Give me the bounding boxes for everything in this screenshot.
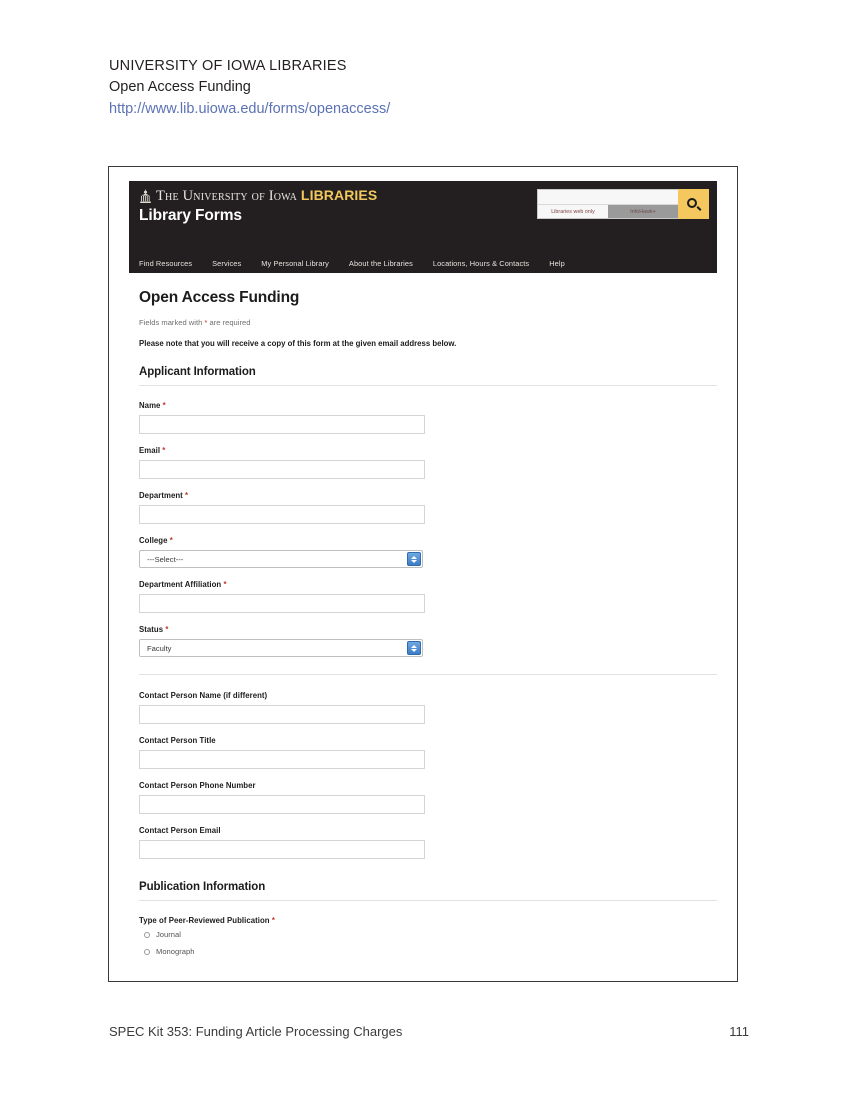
email-copy-note: Please note that you will receive a copy… xyxy=(139,339,457,348)
footer-page-number: 111 xyxy=(729,1024,749,1039)
department-input[interactable] xyxy=(139,505,425,524)
radio-option-monograph[interactable]: Monograph xyxy=(139,947,717,956)
label-text: Type of Peer-Reviewed Publication xyxy=(139,916,270,925)
page-footer: SPEC Kit 353: Funding Article Processing… xyxy=(109,1024,749,1039)
form-name-line: Open Access Funding xyxy=(109,79,251,95)
field-status: Status * Faculty xyxy=(139,625,717,657)
nav-item-find-resources[interactable]: Find Resources xyxy=(139,259,192,268)
brand-text: The University of Iowa LIBRARIES xyxy=(156,187,377,205)
nav-item-help[interactable]: Help xyxy=(549,259,565,268)
required-asterisk: * xyxy=(165,625,169,634)
section-title-applicant-information: Applicant Information xyxy=(139,366,256,378)
field-name: Name * xyxy=(139,401,717,434)
required-asterisk: * xyxy=(271,916,275,925)
name-input[interactable] xyxy=(139,415,425,434)
radio-label-monograph: Monograph xyxy=(156,947,195,956)
radio-button-icon[interactable] xyxy=(144,931,150,938)
screenshot-frame: The University of Iowa LIBRARIES Library… xyxy=(108,166,738,982)
field-label-contact-person-email: Contact Person Email xyxy=(139,826,221,835)
label-text: Status xyxy=(139,625,164,634)
search-scope-tabs: Libraries web only InfoHawk+ xyxy=(538,205,678,218)
field-contact-person-email: Contact Person Email xyxy=(139,826,717,859)
email-input[interactable] xyxy=(139,460,425,479)
chevron-updown-icon[interactable] xyxy=(407,641,421,655)
contact-person-title-input[interactable] xyxy=(139,750,425,769)
required-asterisk: * xyxy=(185,491,189,500)
required-asterisk: * xyxy=(162,446,166,455)
field-label-status: Status * xyxy=(139,625,717,634)
site-title: Library Forms xyxy=(139,207,242,224)
college-select-value: ---Select--- xyxy=(147,554,184,564)
search-tab-infohawk[interactable]: InfoHawk+ xyxy=(608,205,678,218)
contact-section-divider xyxy=(139,674,717,675)
main-navigation: Find Resources Services My Personal Libr… xyxy=(129,253,717,273)
brand-prefix: The University of Iowa xyxy=(156,188,298,204)
form-body: Open Access Funding Fields marked with *… xyxy=(109,273,737,956)
field-college: College * ---Select--- xyxy=(139,536,717,568)
field-label-name: Name * xyxy=(139,401,717,410)
department-affiliation-input[interactable] xyxy=(139,594,425,613)
footer-title: SPEC Kit 353: Funding Article Processing… xyxy=(109,1024,403,1039)
label-text: Email xyxy=(139,446,161,455)
section-divider xyxy=(139,385,717,386)
section-title-publication-information: Publication Information xyxy=(139,881,266,893)
required-note-prefix: Fields marked with xyxy=(139,318,205,327)
search-field-group: Libraries web only InfoHawk+ xyxy=(537,189,678,219)
site-header: The University of Iowa LIBRARIES Library… xyxy=(129,181,717,253)
nav-item-about-the-libraries[interactable]: About the Libraries xyxy=(349,259,413,268)
status-select[interactable]: Faculty xyxy=(139,639,423,657)
field-label-college: College * xyxy=(139,536,717,545)
label-text: College xyxy=(139,536,168,545)
search-icon xyxy=(687,197,702,211)
nav-item-services[interactable]: Services xyxy=(212,259,241,268)
college-select[interactable]: ---Select--- xyxy=(139,550,423,568)
field-department: Department * xyxy=(139,491,717,524)
brand-logo[interactable]: The University of Iowa LIBRARIES xyxy=(139,187,377,205)
field-label-publication-type: Type of Peer-Reviewed Publication * xyxy=(139,916,717,925)
nav-item-locations-hours-contacts[interactable]: Locations, Hours & Contacts xyxy=(433,259,529,268)
search-button[interactable] xyxy=(678,189,709,219)
label-text: Department Affiliation xyxy=(139,580,222,589)
institution-line: UNIVERSITY OF IOWA LIBRARIES xyxy=(109,58,347,74)
radio-option-journal[interactable]: Journal xyxy=(139,930,717,939)
required-asterisk: * xyxy=(169,536,173,545)
required-asterisk: * xyxy=(162,401,166,410)
required-asterisk: * xyxy=(223,580,227,589)
field-label-department: Department * xyxy=(139,491,717,500)
section-divider xyxy=(139,900,717,901)
status-select-value: Faculty xyxy=(147,643,172,653)
brand-suffix: LIBRARIES xyxy=(300,187,378,203)
field-contact-person-name: Contact Person Name (if different) xyxy=(139,691,717,724)
contact-person-name-input[interactable] xyxy=(139,705,425,724)
search-widget: Libraries web only InfoHawk+ xyxy=(537,189,709,219)
oldcapitol-building-icon xyxy=(139,189,152,204)
page-heading-block: UNIVERSITY OF IOWA LIBRARIES Open Access… xyxy=(109,56,749,120)
form-url-line: http://www.lib.uiowa.edu/forms/openacces… xyxy=(109,101,391,117)
label-text: Department xyxy=(139,491,183,500)
search-tab-libraries-web[interactable]: Libraries web only xyxy=(538,205,608,218)
field-label-contact-person-title: Contact Person Title xyxy=(139,736,216,745)
field-label-department-affiliation: Department Affiliation * xyxy=(139,580,717,589)
nav-item-my-personal-library[interactable]: My Personal Library xyxy=(261,259,329,268)
field-label-email: Email * xyxy=(139,446,717,455)
search-input[interactable] xyxy=(538,190,678,205)
radio-button-icon[interactable] xyxy=(144,948,150,955)
field-contact-person-phone: Contact Person Phone Number xyxy=(139,781,717,814)
label-text: Name xyxy=(139,401,161,410)
field-label-contact-person-phone: Contact Person Phone Number xyxy=(139,781,256,790)
field-contact-person-title: Contact Person Title xyxy=(139,736,717,769)
field-department-affiliation: Department Affiliation * xyxy=(139,580,717,613)
radio-label-journal: Journal xyxy=(156,930,181,939)
field-label-contact-person-name: Contact Person Name (if different) xyxy=(139,691,268,700)
field-email: Email * xyxy=(139,446,717,479)
required-note-suffix: are required xyxy=(207,318,251,327)
contact-person-email-input[interactable] xyxy=(139,840,425,859)
chevron-updown-icon[interactable] xyxy=(407,552,421,566)
form-title: Open Access Funding xyxy=(139,289,300,306)
field-publication-type: Type of Peer-Reviewed Publication * Jour… xyxy=(139,916,717,956)
contact-person-phone-input[interactable] xyxy=(139,795,425,814)
required-fields-note: Fields marked with * are required xyxy=(139,318,717,327)
